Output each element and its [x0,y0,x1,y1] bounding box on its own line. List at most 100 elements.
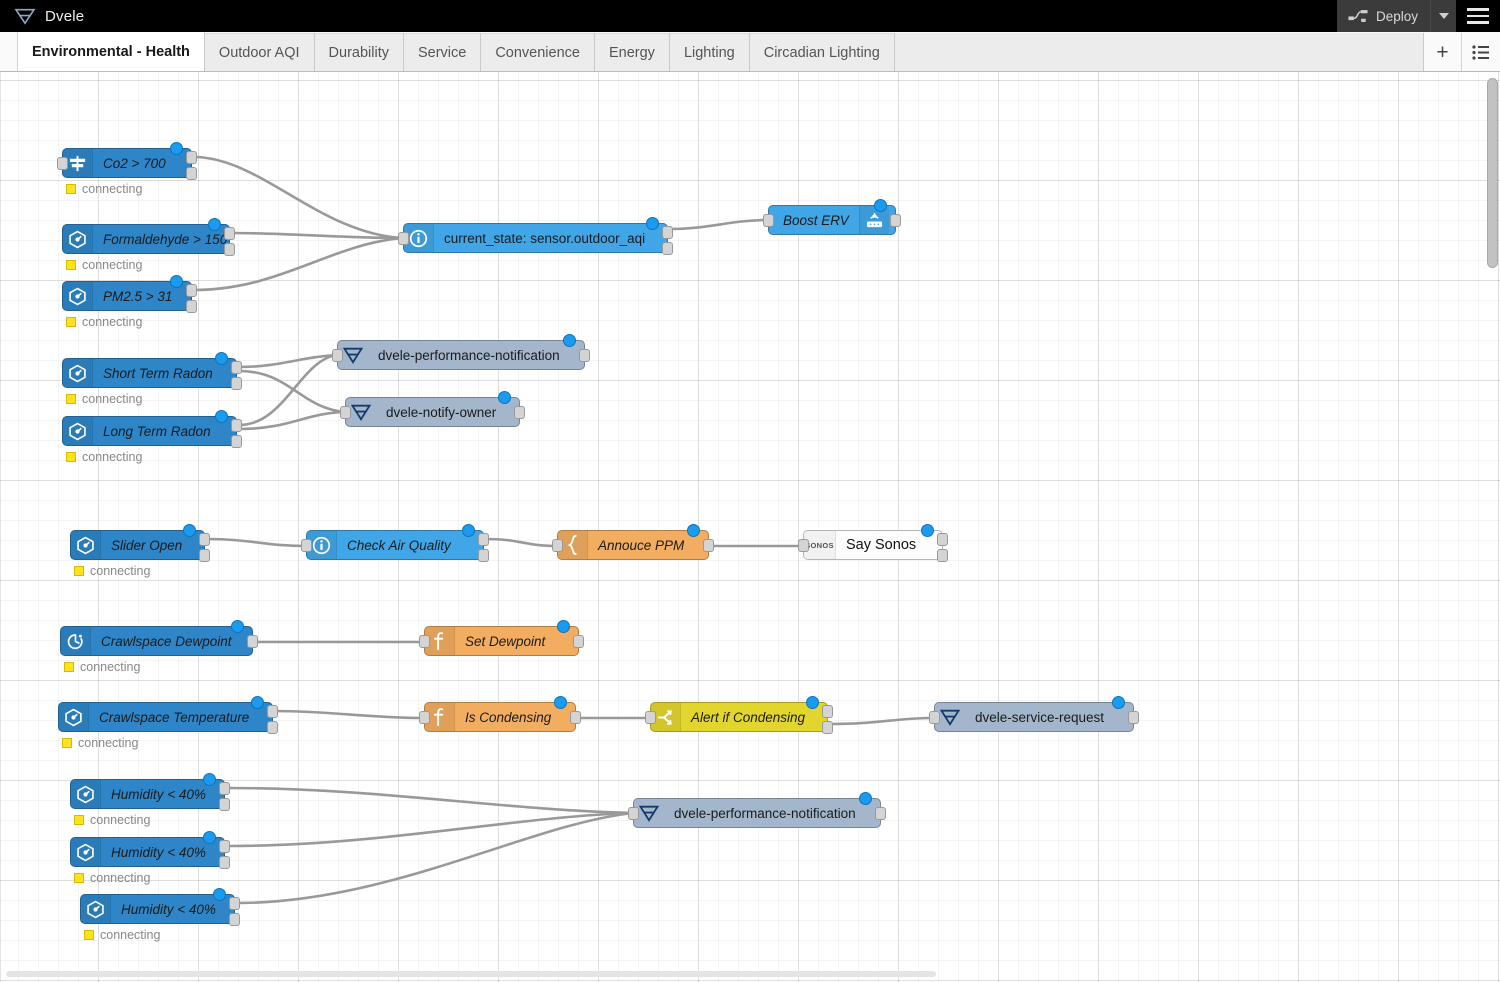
node-output-port[interactable] [186,300,197,313]
node-output-port[interactable] [937,549,948,562]
node-output-port[interactable] [570,711,581,724]
tab-energy[interactable]: Energy [594,33,670,71]
node-output-port[interactable] [937,533,948,546]
node-crawlspace-dewpoint[interactable]: Crawlspace Dewpoint [60,620,258,656]
node-output-port[interactable] [224,243,235,256]
node-formaldehyde-threshold[interactable]: Formaldehyde > 150 [62,218,235,256]
node-humidity-threshold-2[interactable]: Humidity < 40% [70,831,230,869]
node-output-port[interactable] [579,349,590,362]
node-output-port[interactable] [662,242,673,255]
node-announce-ppm[interactable]: Annouce PPM [552,524,714,560]
node-status-dot [554,696,567,709]
node-input-port[interactable] [552,539,563,552]
node-output-port[interactable] [231,419,242,432]
node-output-port[interactable] [224,227,235,240]
node-input-port[interactable] [301,539,312,552]
node-output-port[interactable] [1128,711,1139,724]
node-output-port[interactable] [186,167,197,180]
canvas-vertical-scrollbar[interactable] [1487,78,1498,973]
node-input-port[interactable] [57,157,68,170]
node-input-port[interactable] [929,711,940,724]
node-output-port[interactable] [267,705,278,718]
add-flow-tab-button[interactable]: + [1424,33,1462,71]
node-input-port[interactable] [628,807,639,820]
tab-environmental-health[interactable]: Environmental - Health [18,32,205,71]
node-output-port[interactable] [186,151,197,164]
node-input-port[interactable] [340,406,351,419]
node-input-port[interactable] [398,232,409,245]
tab-service[interactable]: Service [403,33,482,71]
node-label: Humidity < 40% [111,844,206,860]
node-status-co2: connecting [66,182,142,196]
node-dvele-service-request[interactable]: dvele-service-request [929,696,1139,732]
node-crawlspace-temperature[interactable]: Crawlspace Temperature [58,696,278,734]
node-output-port[interactable] [478,533,489,546]
node-slider-open[interactable]: Slider Open [70,524,210,562]
node-label: Co2 > 700 [103,155,166,171]
node-output-port[interactable] [822,705,833,718]
node-output-port[interactable] [219,840,230,853]
node-output-port[interactable] [875,807,886,820]
node-humidity-threshold-1[interactable]: Humidity < 40% [70,773,230,811]
node-status-dot [251,696,264,709]
tab-convenience[interactable]: Convenience [481,33,595,71]
node-output-port[interactable] [247,635,258,648]
tab-lighting[interactable]: Lighting [669,33,750,71]
node-set-dewpoint[interactable]: Set Dewpoint [419,620,584,656]
hamburger-menu-icon [1467,8,1489,11]
node-say-sonos[interactable]: SONOS Say Sonos [798,524,948,562]
node-output-port[interactable] [219,798,230,811]
node-boost-erv[interactable]: Boost ERV [763,199,901,235]
node-output-port[interactable] [514,406,525,419]
node-input-port[interactable] [332,349,343,362]
deploy-dropdown-button[interactable] [1430,0,1456,32]
scrollbar-thumb[interactable] [6,971,936,977]
node-dvele-notify-owner[interactable]: dvele-notify-owner [340,391,525,427]
node-output-port[interactable] [478,549,489,562]
node-current-state-outdoor-aqi[interactable]: current_state: sensor.outdoor_aqi [398,217,673,255]
node-output-port[interactable] [231,435,242,448]
node-input-port[interactable] [419,711,430,724]
node-dvele-performance-notification-1[interactable]: dvele-performance-notification [332,334,590,370]
node-output-port[interactable] [199,549,210,562]
node-output-port[interactable] [199,533,210,546]
node-output-port[interactable] [186,284,197,297]
node-input-port[interactable] [798,539,809,552]
list-flows-button[interactable] [1462,33,1500,71]
node-pm25-threshold[interactable]: PM2.5 > 31 [62,275,197,313]
node-dvele-performance-notification-2[interactable]: dvele-performance-notification [628,792,886,828]
node-input-port[interactable] [763,214,774,227]
deploy-button[interactable]: Deploy [1336,0,1430,32]
node-label: Set Dewpoint [465,633,546,649]
node-alert-if-condensing[interactable]: Alert if Condensing [645,696,833,734]
node-check-air-quality[interactable]: Check Air Quality [301,524,489,562]
node-input-port[interactable] [419,635,430,648]
node-input-port[interactable] [645,711,656,724]
node-output-port[interactable] [219,856,230,869]
wire [237,369,347,414]
node-is-condensing[interactable]: Is Condensing [419,696,581,732]
node-status-dot [563,334,576,347]
node-short-term-radon[interactable]: Short Term Radon [62,352,242,390]
tab-circadian-lighting[interactable]: Circadian Lighting [749,33,895,71]
node-output-port[interactable] [219,782,230,795]
node-output-port[interactable] [267,721,278,734]
main-menu-button[interactable] [1456,0,1500,32]
node-output-port[interactable] [822,721,833,734]
node-output-port[interactable] [229,897,240,910]
canvas-horizontal-scrollbar[interactable] [6,971,1486,978]
node-output-port[interactable] [231,377,242,390]
node-output-port[interactable] [573,635,584,648]
node-co2-threshold[interactable]: Co2 > 700 [57,142,197,180]
tab-durability[interactable]: Durability [314,33,404,71]
node-output-port[interactable] [229,913,240,926]
node-output-port[interactable] [231,361,242,374]
node-output-port[interactable] [703,539,714,552]
scrollbar-thumb[interactable] [1487,78,1498,268]
flow-canvas[interactable]: Co2 > 700 connecting Formaldehyde > 150 … [0,72,1500,982]
tab-outdoor-aqi[interactable]: Outdoor AQI [204,33,315,71]
node-long-term-radon[interactable]: Long Term Radon [62,410,242,448]
node-humidity-threshold-3[interactable]: Humidity < 40% [80,888,240,926]
node-output-port[interactable] [890,214,901,227]
node-output-port[interactable] [662,226,673,239]
